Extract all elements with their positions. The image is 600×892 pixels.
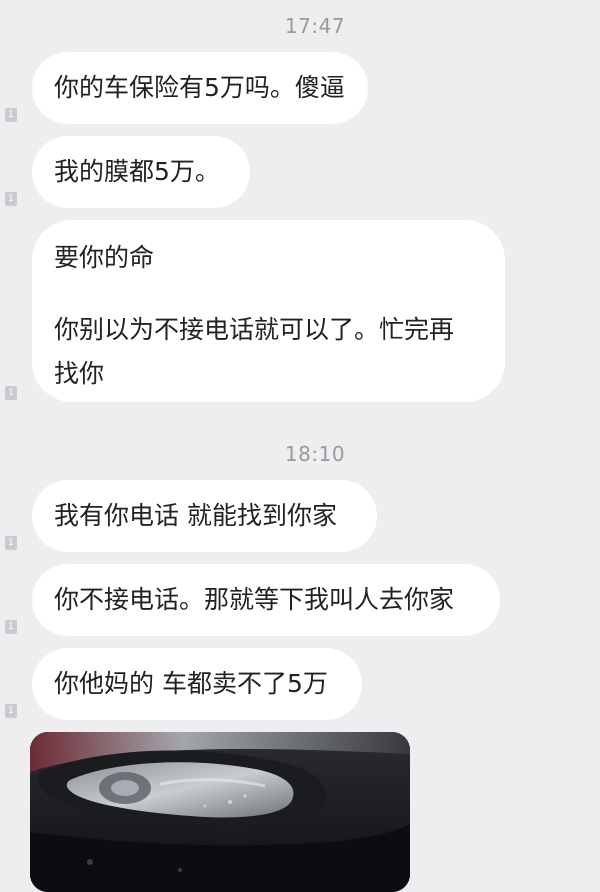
read-marker-icon: 1 (5, 108, 17, 122)
message-bubble[interactable]: 你他妈的 车都卖不了5万 (32, 648, 362, 720)
image-message[interactable] (30, 732, 410, 892)
message-text: 要你的命 (54, 243, 155, 272)
message-bubble[interactable]: 要你的命 你别以为不接电话就可以了。忙完再 找你 (32, 220, 505, 402)
message-bubble[interactable]: 你不接电话。那就等下我叫人去你家 (32, 564, 500, 636)
read-marker-icon: 1 (5, 620, 17, 634)
message-text: 找你 (54, 359, 105, 388)
message-text: 我的膜都5万。 (54, 157, 220, 186)
message-bubble[interactable]: 你的车保险有5万吗。傻逼 (32, 52, 368, 124)
message-text: 你别以为不接电话就可以了。忙完再 (54, 315, 455, 344)
car-headlight-photo (30, 732, 410, 892)
read-marker-icon: 1 (5, 704, 17, 718)
read-marker-icon: 1 (5, 192, 17, 206)
message-text: 你不接电话。那就等下我叫人去你家 (54, 585, 455, 614)
message-text: 我有你电话 就能找到你家 (54, 501, 337, 530)
message-text: 你他妈的 车都卖不了5万 (54, 669, 328, 698)
read-marker-icon: 1 (5, 536, 17, 550)
message-text: 你的车保险有5万吗。傻逼 (54, 73, 345, 102)
read-marker-icon: 1 (5, 386, 17, 400)
message-bubble[interactable]: 我有你电话 就能找到你家 (32, 480, 377, 552)
timestamp: 18:10 (284, 442, 346, 466)
timestamp: 17:47 (284, 14, 346, 38)
message-bubble[interactable]: 我的膜都5万。 (32, 136, 250, 208)
